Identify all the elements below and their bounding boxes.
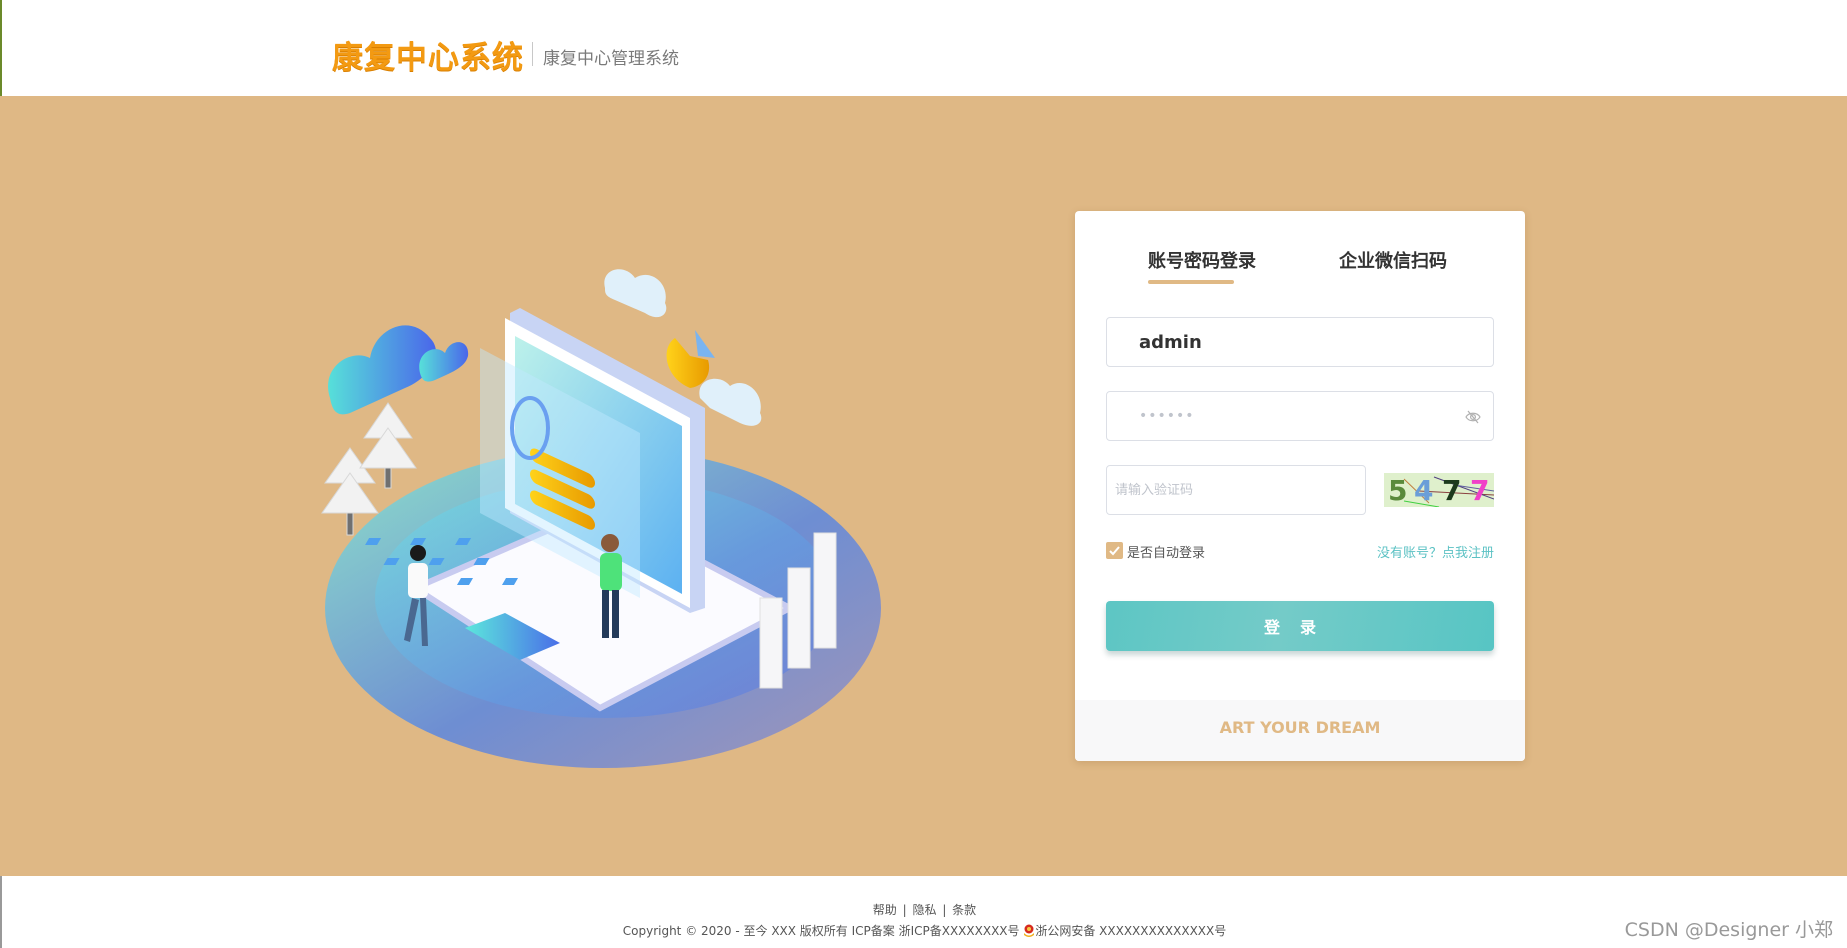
privacy-link[interactable]: 隐私 — [912, 903, 936, 917]
tab-password-login[interactable]: 账号密码登录 — [1148, 247, 1256, 273]
username-input[interactable] — [1107, 318, 1493, 366]
police-record-text: 浙公网安备 XXXXXXXXXXXXXX号 — [1035, 924, 1227, 938]
auto-login-checkbox[interactable] — [1106, 542, 1123, 559]
captcha-input[interactable] — [1107, 466, 1365, 514]
logo: 康复中心系统 — [332, 40, 524, 76]
active-tab-indicator — [1148, 280, 1234, 284]
cloud-right — [699, 378, 762, 426]
captcha-char: 7 — [1470, 474, 1490, 507]
register-link[interactable]: 没有账号？点我注册 — [1377, 542, 1494, 561]
captcha-char: 4 — [1414, 474, 1434, 507]
divider: | — [938, 903, 951, 917]
copyright-line: Copyright © 2020 - 至今 XXX 版权所有 ICP备案 浙IC… — [2, 922, 1847, 939]
divider: | — [898, 903, 911, 917]
card-footer: ART YOUR DREAM — [1075, 700, 1525, 761]
login-button[interactable]: 登录 — [1106, 601, 1494, 651]
tab-wechat-scan[interactable]: 企业微信扫码 — [1339, 247, 1447, 273]
header: 康复中心系统 康复中心管理系统 — [0, 0, 1847, 96]
copyright-text: Copyright © 2020 - 至今 XXX 版权所有 ICP备案 浙IC… — [622, 924, 1020, 938]
captcha-char: 5 — [1388, 474, 1408, 507]
watermark: CSDN @Designer 小郑 — [1624, 919, 1833, 941]
footer-links: 帮助 | 隐私 | 条款 — [2, 901, 1847, 918]
terms-link[interactable]: 条款 — [952, 903, 976, 917]
pie-slice — [695, 330, 715, 358]
system-subtitle: 康复中心管理系统 — [543, 49, 679, 69]
help-link[interactable]: 帮助 — [873, 903, 897, 917]
police-badge-icon — [1024, 924, 1035, 937]
main-area — [0, 96, 1847, 876]
logo-divider — [532, 42, 533, 66]
login-card: 账号密码登录 企业微信扫码 5 4 7 7 — [1075, 211, 1525, 761]
eye-off-icon[interactable] — [1465, 409, 1481, 425]
check-icon — [1109, 546, 1120, 556]
password-input[interactable] — [1107, 392, 1493, 440]
page-footer: 帮助 | 隐私 | 条款 Copyright © 2020 - 至今 XXX 版… — [0, 876, 1847, 948]
login-tabs: 账号密码登录 企业微信扫码 — [1075, 247, 1525, 297]
hero-illustration — [321, 269, 881, 768]
auto-login-label[interactable]: 是否自动登录 — [1127, 542, 1205, 561]
captcha-char: 7 — [1442, 474, 1462, 507]
captcha-image[interactable]: 5 4 7 7 — [1384, 473, 1494, 507]
slogan: ART YOUR DREAM — [1219, 718, 1381, 737]
captcha-field — [1106, 465, 1366, 515]
login-options: 是否自动登录 没有账号？点我注册 — [1106, 541, 1494, 561]
username-field — [1106, 317, 1494, 367]
cloud-top — [604, 269, 667, 318]
password-field — [1106, 391, 1494, 441]
